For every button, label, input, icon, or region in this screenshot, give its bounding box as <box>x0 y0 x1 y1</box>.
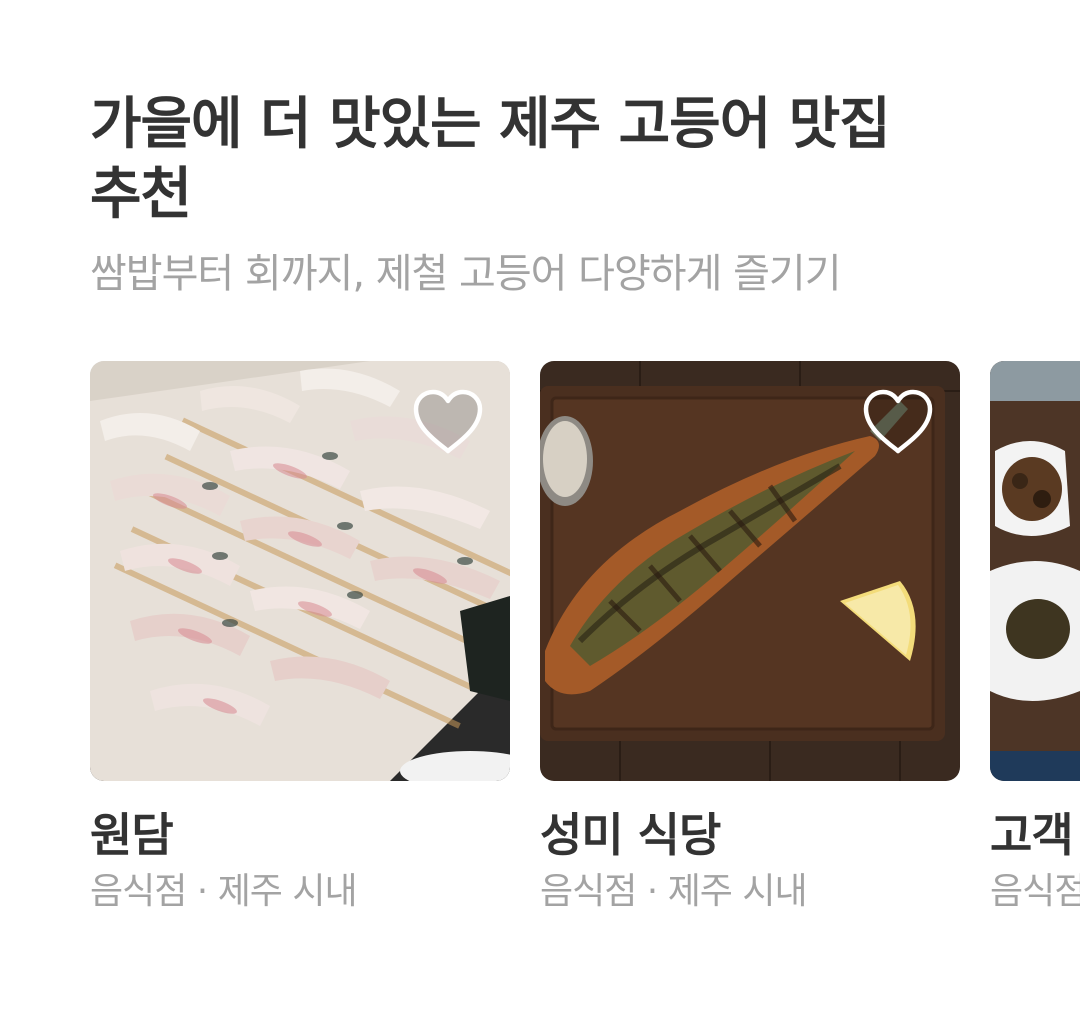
restaurant-card[interactable]: 고객 음식점 <box>990 361 1080 917</box>
restaurant-category: 음식점 · 제주 시내 <box>540 871 808 912</box>
favorite-button[interactable] <box>410 387 486 457</box>
restaurant-card[interactable]: 성미 식당 음식점 · 제주 시내 <box>540 361 960 917</box>
restaurant-card[interactable]: 원담 음식점 · 제주 시내 <box>90 361 510 917</box>
restaurant-name[interactable]: 고객 <box>990 805 1080 865</box>
restaurant-photo[interactable] <box>90 361 510 781</box>
restaurant-carousel[interactable]: 원담 음식점 · 제주 시내 성미 식당 음식점 · 제주 시내 고객 음식점 <box>90 361 1080 961</box>
recommendation-section: 가을에 더 맛있는 제주 고등어 맛집 추천 쌈밥부터 회까지, 제철 고등어 … <box>0 0 1080 1014</box>
section-title: 가을에 더 맛있는 제주 고등어 맛집 추천 <box>90 92 891 227</box>
restaurant-category: 음식점 · 제주 시내 <box>90 871 358 912</box>
restaurant-category: 음식점 <box>990 871 1080 912</box>
favorite-button[interactable] <box>860 387 936 457</box>
side-dishes-photo <box>990 361 1080 781</box>
heart-outline-icon <box>863 389 933 454</box>
restaurant-name[interactable]: 성미 식당 <box>540 805 960 865</box>
restaurant-photo[interactable] <box>990 361 1080 781</box>
section-subtitle: 쌈밥부터 회까지, 제철 고등어 다양하게 즐기기 <box>90 251 841 297</box>
heart-outline-icon <box>413 389 483 454</box>
restaurant-name[interactable]: 원담 <box>90 805 510 865</box>
restaurant-photo[interactable] <box>540 361 960 781</box>
